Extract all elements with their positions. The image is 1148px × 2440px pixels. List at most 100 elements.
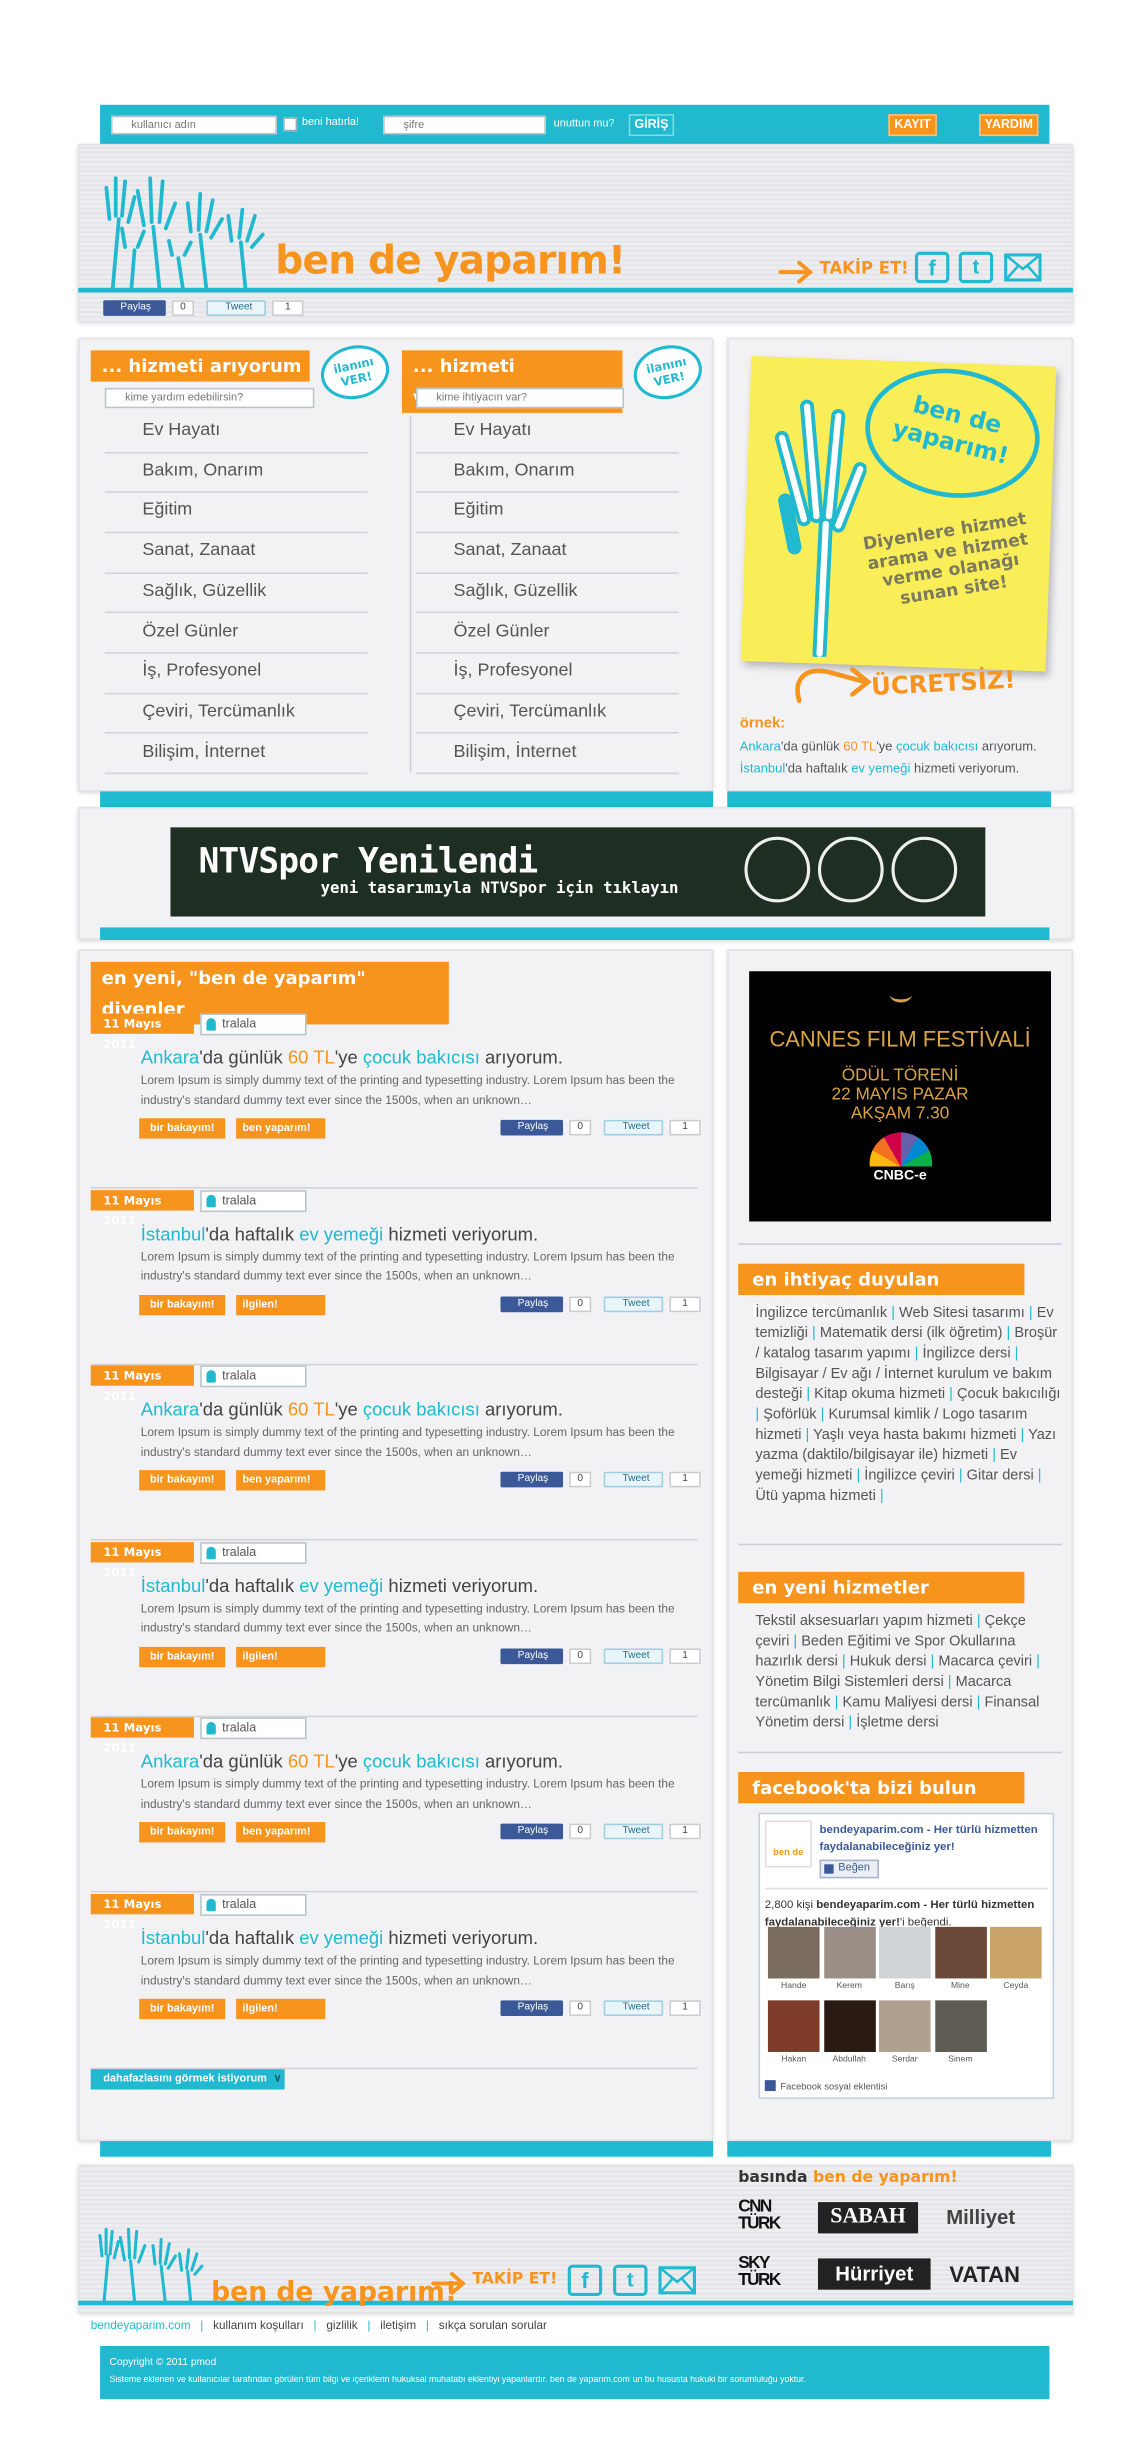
service-link[interactable]: Şoförlük <box>763 1406 816 1422</box>
listing-user[interactable]: tralala <box>200 1365 307 1388</box>
action-button[interactable]: ben yaparım! <box>236 1470 326 1491</box>
fb-friend[interactable]: Hakan <box>767 2000 820 2064</box>
listing-title[interactable]: Ankara'da günlük 60 TL'ye çocuk bakıcısı… <box>141 1751 563 1773</box>
listing-user[interactable]: tralala <box>200 1189 307 1212</box>
category-need-7[interactable]: Çeviri, Tercümanlık <box>104 694 368 735</box>
category-need-0[interactable]: Ev Hayatı <box>104 413 368 453</box>
action-button[interactable]: ben yaparım! <box>236 1118 326 1139</box>
tweet-button[interactable]: Tweet <box>603 1472 664 1488</box>
footer-link[interactable]: gizlilik <box>326 2318 357 2332</box>
category-need-8[interactable]: Bilişim, İnternet <box>104 734 368 775</box>
footer-twitter-icon[interactable]: t <box>613 2264 648 2296</box>
more-button[interactable]: dahafazlasını görmek istiyorum ∨ <box>90 2069 285 2090</box>
cannes-ad[interactable]: CANNES FILM FESTİVALİ ÖDÜL TÖRENİ 22 MAY… <box>749 971 1052 1222</box>
service-link[interactable]: Çocuk bakıcılığı <box>957 1386 1060 1402</box>
category-need-4[interactable]: Sağlık, Güzellik <box>104 574 368 614</box>
service-link[interactable]: Hukuk dersi <box>850 1653 927 1669</box>
category-offer-8[interactable]: Bilişim, İnternet <box>416 734 679 775</box>
service-link[interactable]: Kitap okuma hizmeti <box>814 1386 945 1402</box>
service-link[interactable]: Matematik dersi (ilk öğretim) <box>820 1325 1003 1341</box>
action-button[interactable]: ilgilen! <box>236 1998 326 2020</box>
remember-checkbox[interactable] <box>283 117 298 132</box>
fb-friend[interactable]: Sinem <box>934 2000 987 2064</box>
fb-like-button[interactable]: Beğen <box>819 1859 879 1879</box>
listing-title[interactable]: İstanbul'da haftalık ev yemeği hizmeti v… <box>141 1222 538 1244</box>
fb-friend[interactable]: Ceyda <box>990 1926 1042 1991</box>
view-button[interactable]: bir bakayım! <box>139 1118 226 1139</box>
register-button[interactable]: KAYIT <box>888 114 937 137</box>
listing-title[interactable]: İstanbul'da haftalık ev yemeği hizmeti v… <box>141 1927 538 1949</box>
facebook-icon[interactable]: f <box>914 251 950 284</box>
tweet-button[interactable]: Tweet <box>603 1648 664 1664</box>
tweet-button[interactable]: Tweet <box>603 1824 664 1840</box>
service-link[interactable]: İngilizce çeviri <box>864 1467 955 1483</box>
footer-link[interactable]: bendeyaparim.com <box>91 2318 191 2332</box>
service-link[interactable]: Yaşlı veya hasta bakımı hizmeti <box>813 1426 1016 1442</box>
view-button[interactable]: bir bakayım! <box>139 1470 226 1491</box>
service-link[interactable]: Ütü yapma hizmeti <box>755 1487 875 1503</box>
service-link[interactable]: Gitar dersi <box>967 1467 1034 1483</box>
category-offer-2[interactable]: Eğitim <box>416 493 679 534</box>
category-offer-0[interactable]: Ev Hayatı <box>416 413 679 453</box>
fb-friend[interactable]: Barış <box>878 1926 931 1991</box>
fb-friend[interactable]: Abdullah <box>823 2000 876 2064</box>
listing-title[interactable]: Ankara'da günlük 60 TL'ye çocuk bakıcısı… <box>141 1046 563 1068</box>
ntvspor-banner[interactable]: NTVSpor Yenilendi yeni tasarımıyla NTVSp… <box>170 827 986 917</box>
username-input[interactable]: kullanıcı adın <box>111 115 277 135</box>
footer-facebook-icon[interactable]: f <box>567 2264 603 2296</box>
fb-friend[interactable]: Hande <box>767 1926 820 1991</box>
category-need-2[interactable]: Eğitim <box>104 493 368 534</box>
listing-user[interactable]: tralala <box>200 1894 307 1916</box>
category-need-6[interactable]: İş, Profesyonel <box>104 654 368 695</box>
listing-user[interactable]: tralala <box>200 1717 307 1740</box>
category-offer-1[interactable]: Bakım, Onarım <box>416 453 679 494</box>
category-need-3[interactable]: Sanat, Zanaat <box>104 533 368 574</box>
fb-share-button[interactable]: Paylaş <box>500 1472 564 1488</box>
mail-icon[interactable] <box>1004 252 1042 283</box>
view-button[interactable]: bir bakayım! <box>139 1822 226 1844</box>
help-button[interactable]: YARDIM <box>979 114 1039 137</box>
tweet-button[interactable]: Tweet <box>603 2000 664 2016</box>
tweet-button[interactable]: Tweet <box>603 1119 664 1136</box>
forgot-link[interactable]: unuttun mu? <box>554 119 615 130</box>
fb-friend[interactable]: Serdar <box>878 2000 931 2064</box>
category-offer-6[interactable]: İş, Profesyonel <box>416 654 679 695</box>
service-link[interactable]: İngilizce dersi <box>922 1345 1010 1361</box>
category-need-1[interactable]: Bakım, Onarım <box>104 453 368 494</box>
service-link[interactable]: Tekstil aksesuarları yapım hizmeti <box>755 1612 972 1628</box>
service-link[interactable]: Web Sitesi tasarımı <box>899 1304 1025 1320</box>
fb-share-button[interactable]: Paylaş <box>500 1648 564 1664</box>
footer-link[interactable]: kullanım koşulları <box>213 2318 304 2332</box>
category-offer-3[interactable]: Sanat, Zanaat <box>416 533 679 574</box>
action-button[interactable]: ilgilen! <box>236 1646 326 1667</box>
footer-logo[interactable]: ben de yaparım! <box>211 2277 457 2308</box>
twitter-icon[interactable]: t <box>958 251 994 284</box>
fb-share-button[interactable]: Paylaş <box>103 300 166 316</box>
site-logo[interactable]: ben de yaparım! <box>275 238 626 283</box>
password-input[interactable]: şifre <box>383 115 546 135</box>
offer-search-input[interactable]: kime ihtiyacın var? <box>416 387 625 409</box>
category-offer-4[interactable]: Sağlık, Güzellik <box>416 574 679 614</box>
service-link[interactable]: Yönetim Bilgi Sistemleri dersi <box>755 1673 943 1689</box>
fb-share-button[interactable]: Paylaş <box>500 1824 564 1840</box>
fb-page-name[interactable]: bendeyaparim.com - Her türlü hizmetten f… <box>820 1820 1048 1854</box>
service-link[interactable]: Kamu Maliyesi dersi <box>842 1694 972 1710</box>
view-button[interactable]: bir bakayım! <box>139 1294 226 1315</box>
fb-friend[interactable]: Mine <box>934 1926 987 1991</box>
fb-share-button[interactable]: Paylaş <box>500 2000 564 2016</box>
category-offer-7[interactable]: Çeviri, Tercümanlık <box>416 694 679 735</box>
category-offer-5[interactable]: Özel Günler <box>416 614 679 654</box>
fb-friend[interactable]: Kerem <box>823 1926 876 1991</box>
action-button[interactable]: ben yaparım! <box>236 1822 326 1844</box>
footer-link[interactable]: iletişim <box>380 2318 416 2332</box>
service-link[interactable]: Macarca çeviri <box>938 1653 1032 1669</box>
footer-mail-icon[interactable] <box>658 2265 696 2296</box>
action-button[interactable]: ilgilen! <box>236 1294 326 1315</box>
service-link[interactable]: İşletme dersi <box>856 1714 938 1730</box>
listing-title[interactable]: İstanbul'da haftalık ev yemeği hizmeti v… <box>141 1575 538 1597</box>
tweet-button[interactable]: Tweet <box>206 300 266 316</box>
fb-share-button[interactable]: Paylaş <box>500 1295 564 1312</box>
view-button[interactable]: bir bakayım! <box>139 1998 226 2020</box>
service-link[interactable]: İngilizce tercümanlık <box>755 1304 887 1320</box>
fb-share-button[interactable]: Paylaş <box>500 1119 564 1136</box>
